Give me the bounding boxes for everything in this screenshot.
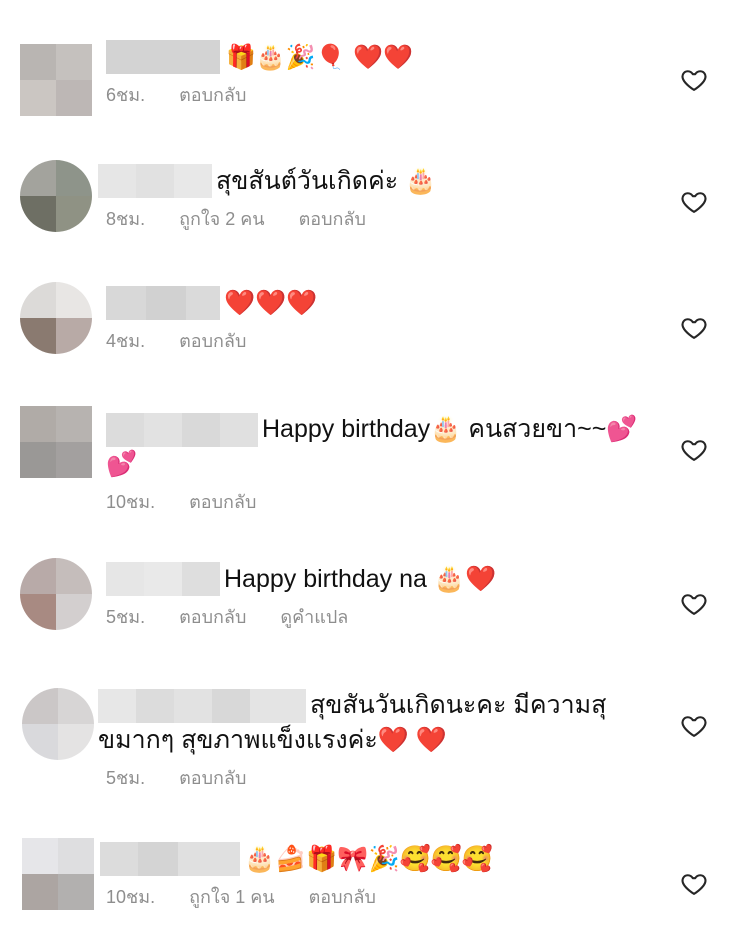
redacted-username[interactable] — [106, 286, 220, 320]
avatar[interactable] — [20, 406, 92, 478]
comment-meta: 10ชม. ถูกใจ 1 คน ตอบกลับ — [106, 882, 660, 911]
translate-button[interactable]: ดูคำแปล — [280, 602, 348, 631]
comment-meta: 5ชม. ตอบกลับ ดูคำแปล — [106, 602, 660, 631]
like-button[interactable] — [680, 66, 708, 94]
comment-meta: 4ชม. ตอบกลับ — [106, 326, 660, 355]
avatar[interactable] — [22, 838, 94, 910]
reply-button[interactable]: ตอบกลับ — [309, 882, 376, 911]
likes-count[interactable]: ถูกใจ 1 คน — [189, 882, 275, 911]
comment-text-line: สุขสันวันเกิดนะคะ มีความสุขมากๆ สุขภาพแข… — [98, 688, 628, 757]
heart-outline-icon — [681, 192, 707, 213]
comment-time: 4ชม. — [106, 331, 146, 351]
redacted-username[interactable] — [106, 413, 258, 448]
comment-text-line: 🎂🍰🎁🎀🎉🥰🥰🥰 — [100, 842, 660, 876]
comment-text: สุขสันต์วันเกิดค่ะ 🎂 — [216, 167, 437, 195]
likes-count[interactable]: ถูกใจ 2 คน — [179, 204, 265, 233]
like-button[interactable] — [680, 590, 708, 618]
comment-text: Happy birthday na 🎂❤️ — [224, 565, 497, 593]
like-button[interactable] — [680, 188, 708, 216]
comment-time: 5ชม. — [106, 768, 146, 789]
comment-text: 🎂🍰🎁🎀🎉🥰🥰🥰 — [244, 845, 494, 873]
reply-button[interactable]: ตอบกลับ — [179, 326, 246, 355]
avatar[interactable] — [20, 558, 92, 630]
heart-outline-icon — [681, 594, 707, 615]
redacted-username[interactable] — [98, 689, 306, 724]
like-button[interactable] — [680, 870, 708, 898]
reply-button[interactable]: ตอบกลับ — [179, 763, 246, 792]
comment-text-line: Happy birthday🎂 คนสวยขา~~💕 💕 — [106, 412, 646, 481]
comment-meta: 6ชม. ตอบกลับ — [106, 80, 660, 109]
heart-outline-icon — [681, 716, 707, 737]
avatar[interactable] — [20, 282, 92, 354]
like-button[interactable] — [680, 712, 708, 740]
heart-outline-icon — [681, 440, 707, 461]
comment-time: 10ชม. — [106, 887, 156, 907]
like-button[interactable] — [680, 314, 708, 342]
reply-button[interactable]: ตอบกลับ — [179, 602, 246, 631]
comment-text: ❤️❤️❤️ — [224, 289, 318, 317]
redacted-username[interactable] — [100, 842, 240, 876]
reply-button[interactable]: ตอบกลับ — [299, 204, 366, 233]
avatar[interactable] — [20, 44, 92, 116]
comment-time: 6ชม. — [106, 85, 146, 105]
comment-text-line: ❤️❤️❤️ — [106, 286, 660, 320]
heart-outline-icon — [681, 874, 707, 895]
comment-text-line: Happy birthday na 🎂❤️ — [106, 562, 660, 596]
comment-time: 8ชม. — [106, 209, 146, 229]
redacted-username[interactable] — [106, 562, 220, 596]
comment-meta: 5ชม. ตอบกลับ — [106, 763, 660, 792]
like-button[interactable] — [680, 436, 708, 464]
comment-text-line: 🎁🎂🎉🎈 ❤️❤️ — [106, 40, 660, 74]
comment-meta: 10ชม. ตอบกลับ — [106, 487, 660, 516]
heart-outline-icon — [681, 318, 707, 339]
avatar[interactable] — [22, 688, 94, 760]
redacted-username[interactable] — [106, 40, 220, 74]
reply-button[interactable]: ตอบกลับ — [179, 80, 246, 109]
comment-meta: 8ชม. ถูกใจ 2 คน ตอบกลับ — [106, 204, 660, 233]
comment-time: 5ชม. — [106, 607, 146, 627]
comment-text: 🎁🎂🎉🎈 ❤️❤️ — [226, 43, 413, 71]
comment-time: 10ชม. — [106, 492, 156, 513]
avatar[interactable] — [20, 160, 92, 232]
comment-text-line: สุขสันต์วันเกิดค่ะ 🎂 — [98, 164, 660, 198]
heart-outline-icon — [681, 70, 707, 91]
redacted-username[interactable] — [98, 164, 212, 198]
reply-button[interactable]: ตอบกลับ — [189, 487, 256, 516]
